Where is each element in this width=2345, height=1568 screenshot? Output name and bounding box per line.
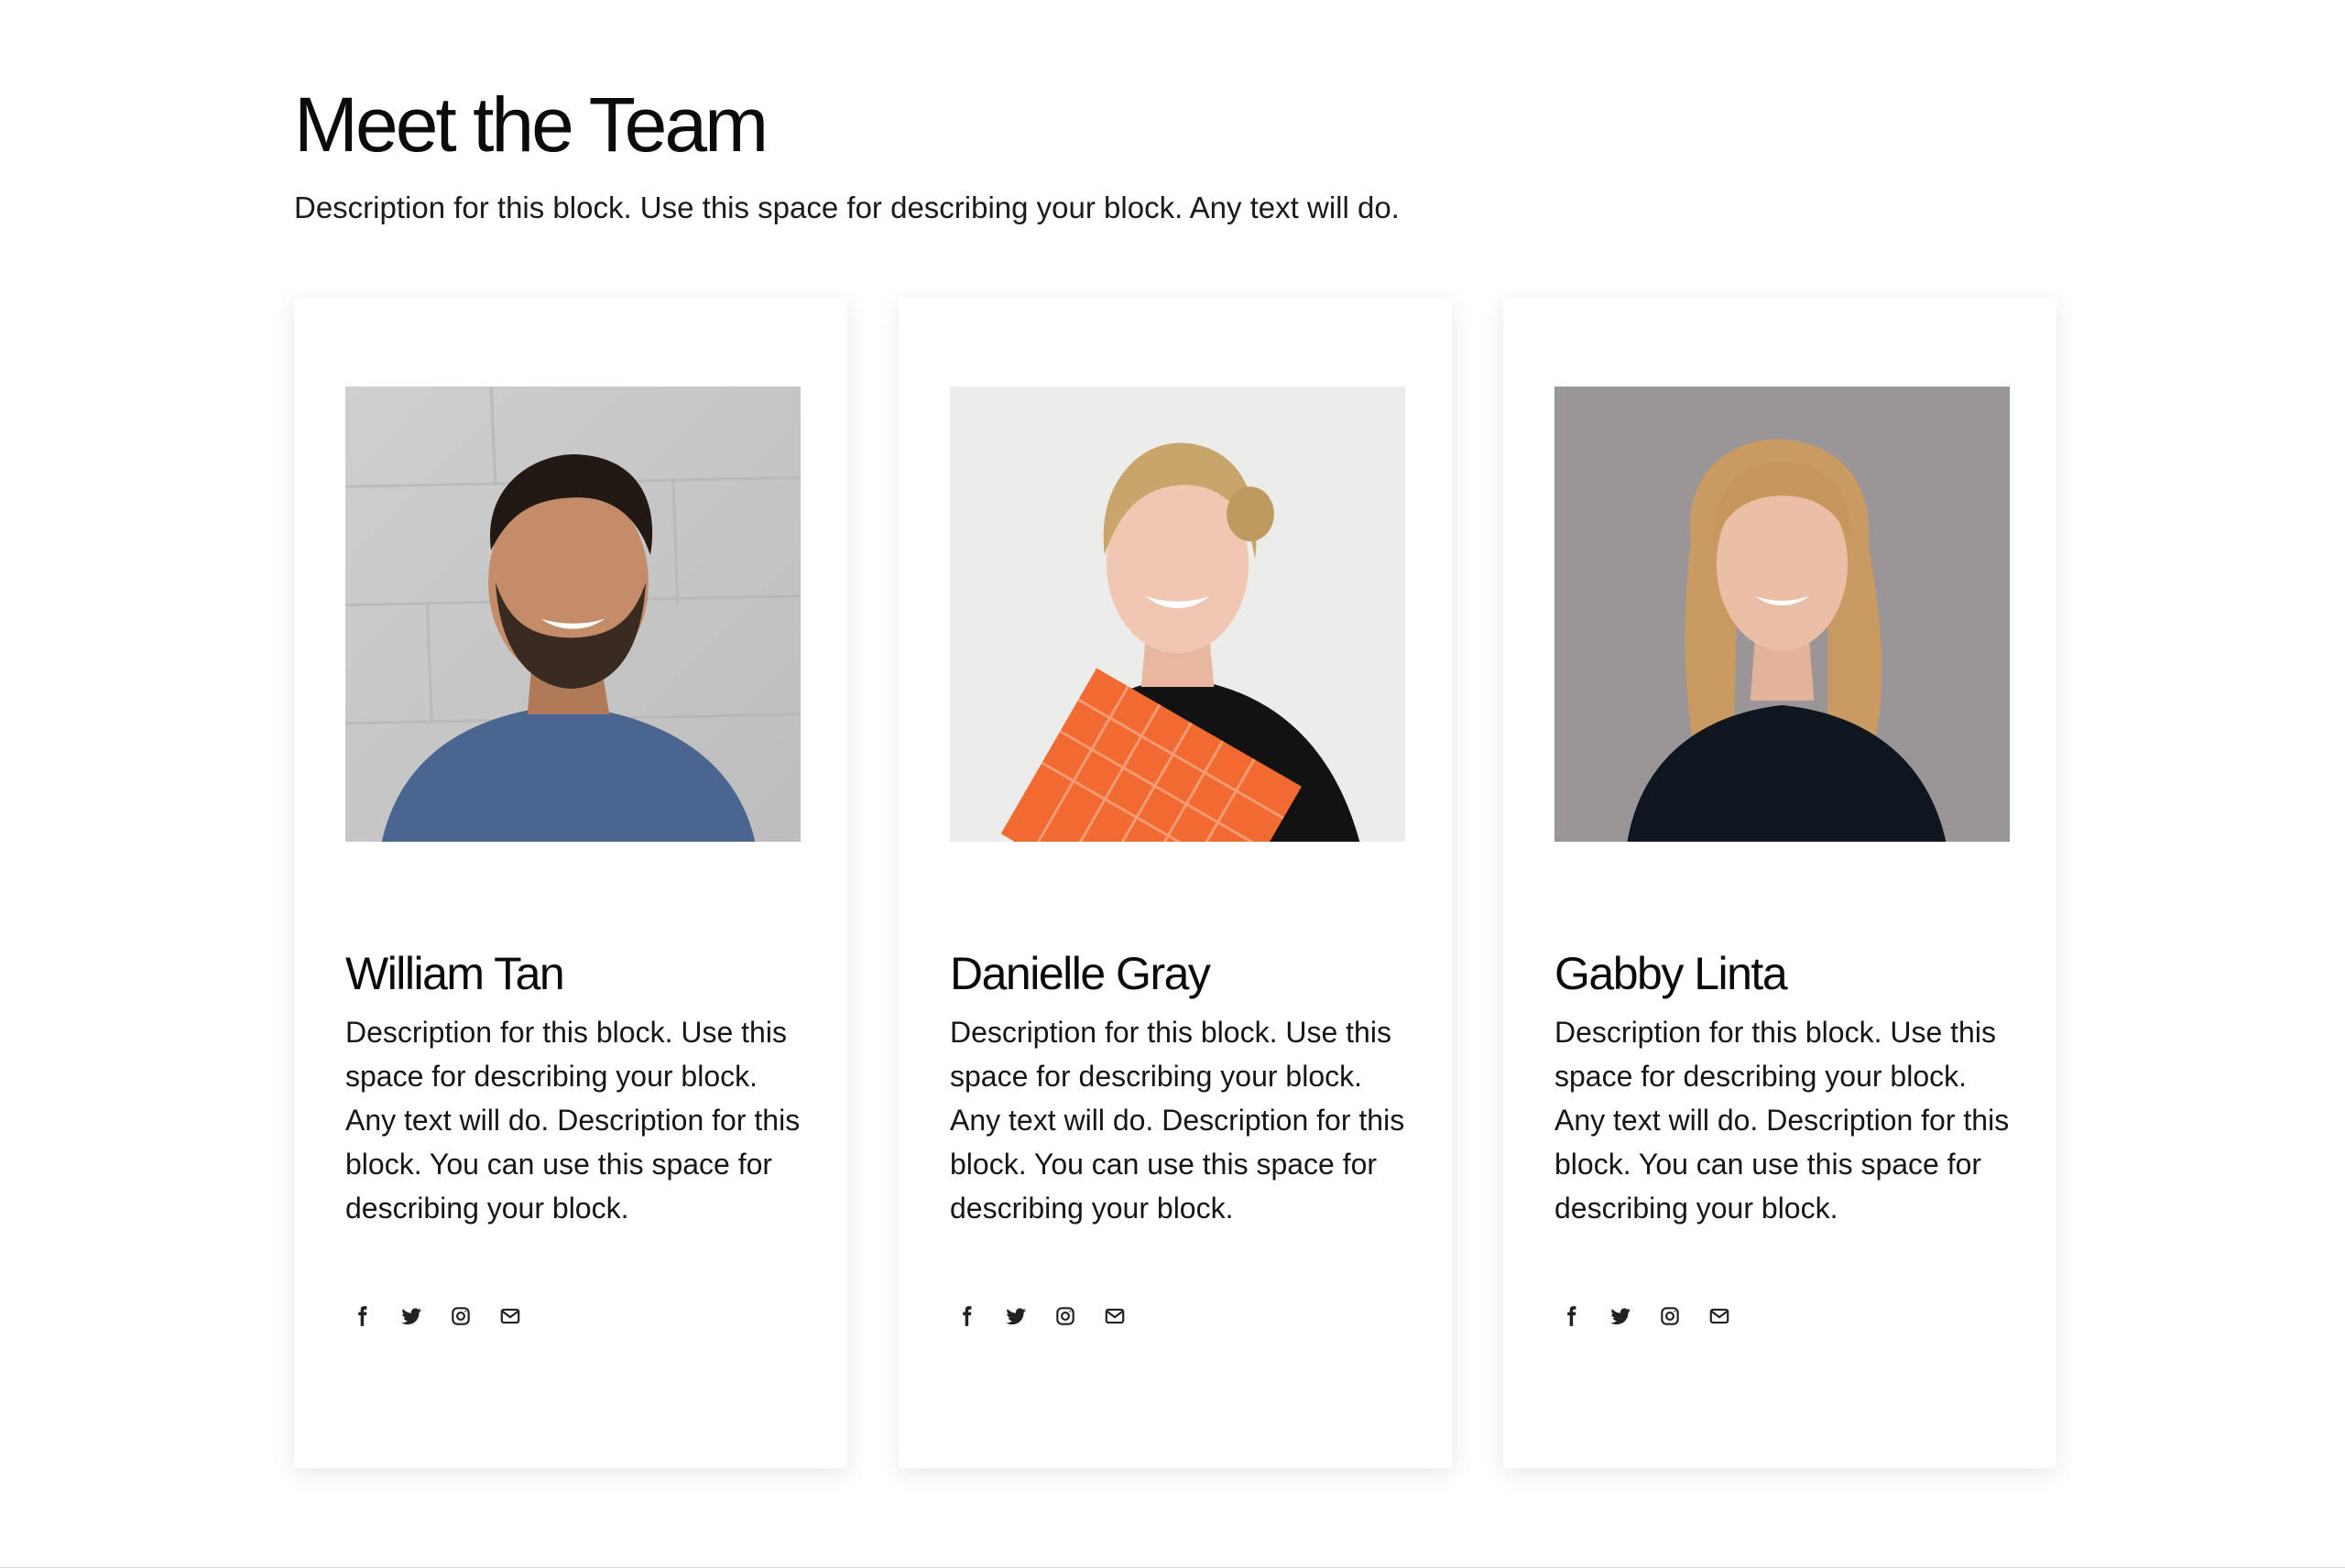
email-icon[interactable] [1102,1303,1128,1329]
facebook-icon[interactable] [954,1303,979,1329]
twitter-icon[interactable] [1003,1303,1029,1329]
team-photo [1554,387,2010,842]
social-links [1558,1303,1732,1329]
team-card-danielle: Danielle Gray Description for this block… [899,298,1452,1468]
team-header: Meet the Team Description for this block… [294,82,2034,230]
email-icon[interactable] [497,1303,523,1329]
twitter-icon[interactable] [1608,1303,1633,1329]
member-name: Gabby Linta [1554,948,1788,999]
instagram-icon[interactable] [448,1303,474,1329]
page-description: Description for this block. Use this spa… [294,191,1400,225]
instagram-icon[interactable] [1053,1303,1078,1329]
page-title: Meet the Team [294,82,769,168]
member-bio: Description for this block. Use this spa… [950,1016,1405,1225]
facebook-icon[interactable] [349,1303,375,1329]
team-photo [950,387,1405,842]
team-card-gabby: Gabby Linta Description for this block. … [1503,298,2056,1468]
team-cards: William Tan Description for this block. … [294,298,2056,1468]
member-name: William Tan [345,948,565,999]
facebook-icon[interactable] [1558,1303,1584,1329]
member-bio: Description for this block. Use this spa… [345,1016,801,1225]
social-links [954,1303,1128,1329]
team-page: Meet the Team Description for this block… [0,0,2345,1568]
team-card-william: William Tan Description for this block. … [294,298,847,1468]
portrait-woman-grey-image [1554,387,2010,842]
portrait-woman-folder-image [950,387,1405,842]
team-photo [345,387,801,842]
email-icon[interactable] [1707,1303,1732,1329]
instagram-icon[interactable] [1657,1303,1683,1329]
social-links [349,1303,523,1329]
member-name: Danielle Gray [950,948,1211,999]
member-bio: Description for this block. Use this spa… [1554,1016,2010,1225]
portrait-man-image [345,387,801,842]
twitter-icon[interactable] [398,1303,424,1329]
